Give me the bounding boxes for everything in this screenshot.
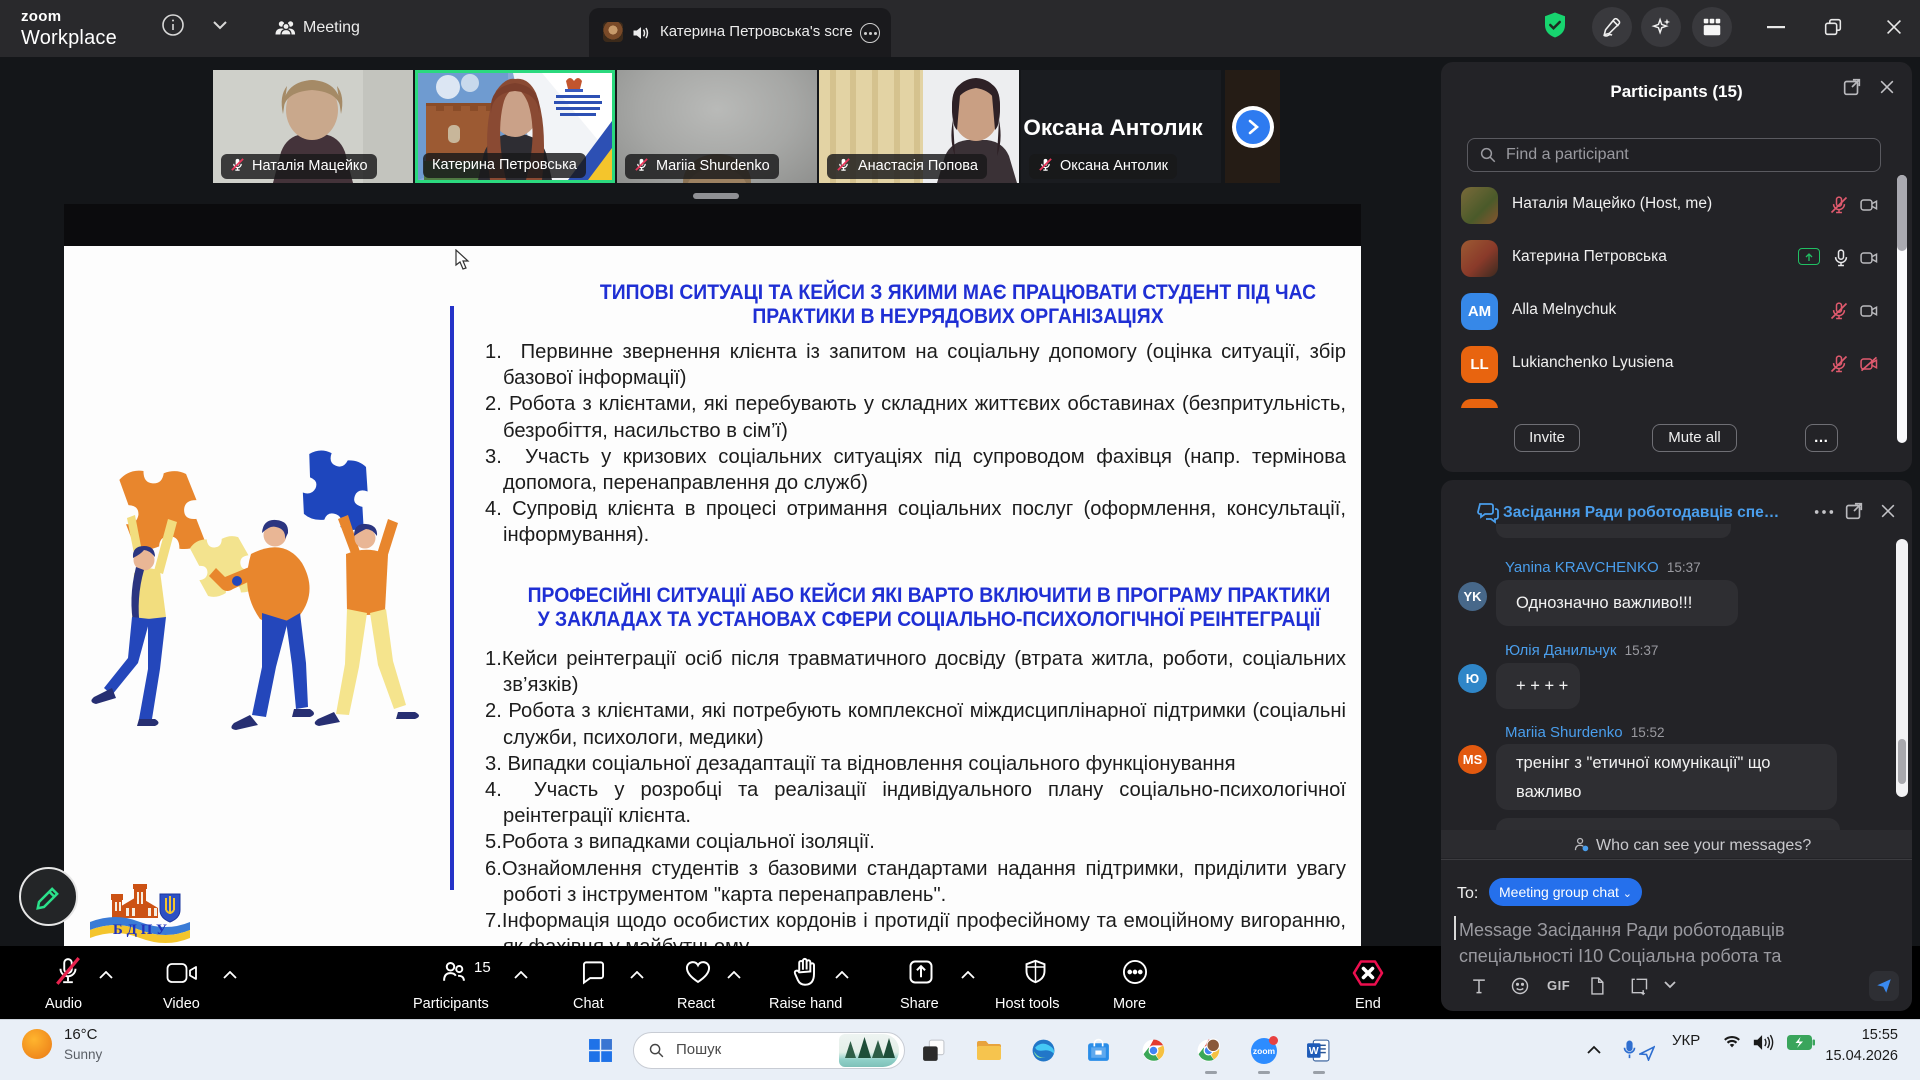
- svg-text:W: W: [1309, 1046, 1319, 1057]
- svg-text:Б Д П У: Б Д П У: [113, 922, 167, 938]
